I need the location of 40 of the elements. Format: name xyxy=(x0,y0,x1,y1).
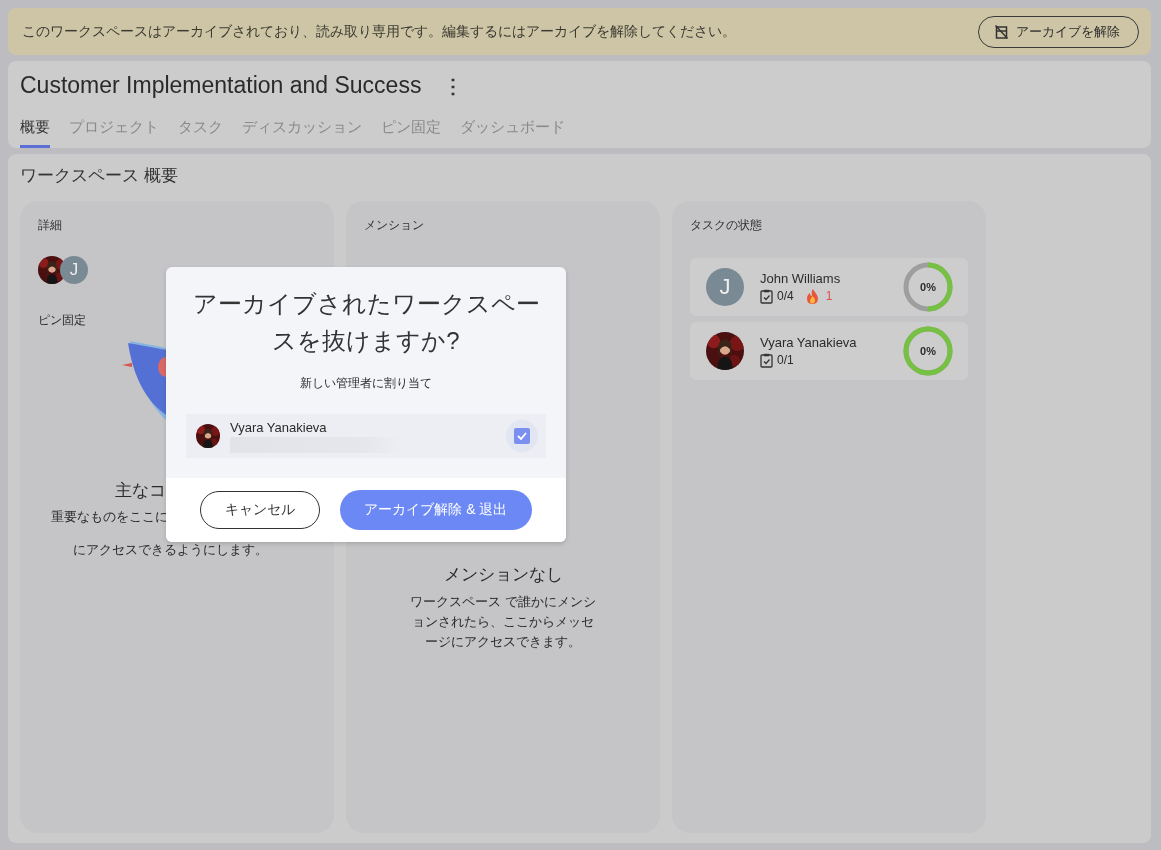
dialog-subtitle: 新しい管理者に割り当て xyxy=(299,375,433,392)
tab[interactable]: ピン固定 xyxy=(381,116,441,148)
admin-candidate-row[interactable]: Vyara Yanakieva xyxy=(186,414,546,458)
checkbox[interactable] xyxy=(506,420,538,452)
confirm-button[interactable]: アーカイブ解除 & 退出 xyxy=(339,490,532,530)
card-subtitle: ピン固定 xyxy=(38,312,87,329)
empty-title: 主なコ xyxy=(115,480,167,502)
tab[interactable]: ダッシュボード xyxy=(460,116,565,148)
fire-icon xyxy=(805,288,819,304)
avatar: J xyxy=(706,268,744,306)
empty-title: メンションなし xyxy=(443,564,563,586)
section-title: ワークスペース 概要 xyxy=(20,165,179,187)
workspace-title: Customer Implementation and Success xyxy=(20,72,422,99)
empty-text-line: にアクセスできるようにします。 xyxy=(73,541,268,559)
empty-description: ワークスペース で誰かにメンションされたら、ここからメッセージにアクセスできます。 xyxy=(410,593,596,651)
tab[interactable]: タスク xyxy=(178,116,223,148)
task-count: 0/4 xyxy=(777,289,794,303)
check-icon xyxy=(517,432,527,440)
clipboard-check-icon xyxy=(760,288,773,304)
member-name: John Williams xyxy=(760,270,842,286)
tab[interactable]: 概要 xyxy=(20,116,50,148)
dialog-title: アーカイブされたワークスペースを抜けますか? xyxy=(191,289,541,356)
menu-button[interactable]: ⋮ xyxy=(439,73,468,98)
card-title: タスクの状態 xyxy=(690,217,763,234)
avatar: J xyxy=(60,256,88,284)
overdue-count: 1 xyxy=(825,289,833,303)
candidate-name: Vyara Yanakieva xyxy=(230,419,328,435)
banner-message: このワークスペースはアーカイブされており、読み取り専用です。編集するにはアーカイブを解除してください。 xyxy=(22,22,736,41)
tab[interactable]: ディスカッション xyxy=(242,116,362,148)
member-name: Vyara Yanakieva xyxy=(760,334,858,350)
clipboard-check-icon xyxy=(760,352,773,368)
task-count: 0/1 xyxy=(777,353,794,367)
archive-off-icon xyxy=(995,24,1008,39)
percent-label: 0% xyxy=(920,345,936,357)
tab[interactable]: プロジェクト xyxy=(69,116,159,148)
empty-text-line: 重要なものをここに xyxy=(51,508,168,526)
percent-label: 0% xyxy=(920,281,936,293)
card-title: メンション xyxy=(364,217,425,234)
cancel-button[interactable]: キャンセル xyxy=(200,491,320,529)
card-title: 詳細 xyxy=(38,217,63,234)
